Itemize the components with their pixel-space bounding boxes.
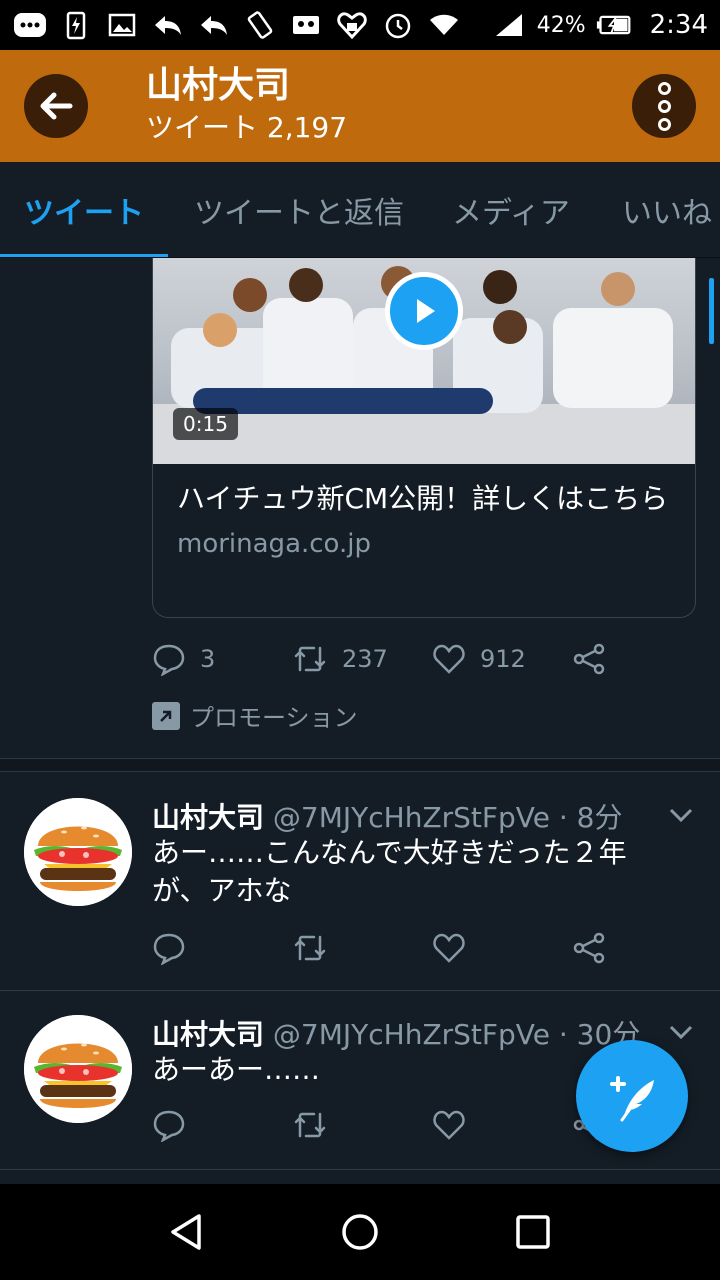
chevron-down-icon[interactable] [668, 1023, 694, 1041]
share-icon [573, 932, 605, 964]
chevron-down-icon[interactable] [668, 806, 694, 824]
arrow-left-icon [40, 92, 73, 120]
card-domain: morinaga.co.jp [177, 529, 371, 559]
tweet-author-name[interactable]: 山村大司 [152, 801, 264, 834]
reply-icon [153, 1110, 185, 1142]
video-thumbnail[interactable]: 0:15 [153, 258, 695, 464]
nav-recents-button[interactable] [503, 1202, 563, 1262]
reply-count: 3 [200, 645, 216, 673]
recents-square-icon [516, 1215, 551, 1249]
dot-icon [657, 117, 671, 131]
dot-icon [657, 81, 671, 95]
clock: 2:34 [649, 10, 708, 40]
more-notifications-icon [12, 10, 48, 40]
hamburger-avatar-icon [24, 798, 132, 906]
heart-app-icon [334, 10, 370, 40]
video-duration: 0:15 [173, 408, 238, 440]
battery-saver-icon [58, 10, 94, 40]
image-icon [104, 10, 140, 40]
retweet-button[interactable]: 237 [292, 642, 432, 676]
wifi-icon [426, 10, 462, 40]
like-button[interactable] [432, 1109, 572, 1141]
tweet-count: ツイート 2,197 [146, 111, 348, 144]
play-icon [417, 299, 435, 323]
tweet-author-handle: @7MJYcHhZrStFpVe · 8分 [272, 801, 623, 834]
overflow-menu-button[interactable] [632, 74, 696, 138]
screen-rotation-icon [242, 10, 278, 40]
hamburger-avatar-icon [24, 1015, 132, 1123]
home-circle-icon [342, 1214, 378, 1250]
tweet-author-name[interactable]: 山村大司 [152, 1018, 264, 1051]
retweet-icon [294, 646, 326, 672]
promoted-arrow-icon [152, 701, 180, 730]
compose-feather-icon [610, 1076, 654, 1122]
nav-home-button[interactable] [330, 1202, 390, 1262]
heart-icon [433, 1110, 465, 1140]
heart-icon [433, 644, 465, 674]
heart-icon [433, 933, 465, 963]
retweet-count: 237 [342, 645, 388, 673]
dot-icon [657, 99, 671, 113]
promoted-label: プロモーション [152, 698, 358, 733]
battery-charging-icon [596, 10, 632, 40]
promoted-text: プロモーション [190, 704, 358, 732]
tab-tweets[interactable]: ツイート [24, 162, 144, 257]
reply-button[interactable] [152, 931, 292, 965]
nav-back-button[interactable] [157, 1202, 217, 1262]
tab-tweets-and-replies[interactable]: ツイートと返信 [194, 162, 404, 257]
tab-likes[interactable]: いいね [622, 162, 712, 257]
profile-name: 山村大司 [146, 65, 291, 106]
section-divider [0, 758, 720, 772]
avatar[interactable] [24, 1015, 132, 1123]
battery-percent: 42% [536, 12, 586, 38]
reply-all-icon [196, 10, 232, 40]
share-button[interactable] [572, 932, 712, 964]
reply-icon [153, 644, 185, 676]
back-button[interactable] [24, 74, 88, 138]
avatar[interactable] [24, 798, 132, 906]
share-button[interactable] [572, 643, 712, 675]
robot-app-icon [288, 10, 324, 40]
alarm-icon [380, 10, 416, 40]
promoted-link-card[interactable]: 0:15 ハイチュウ新CM公開！詳しくはこちら morinaga.co.jp [152, 258, 696, 618]
tweet-author-handle: @7MJYcHhZrStFpVe · 30分 [272, 1018, 641, 1051]
profile-tabs: ツイート ツイートと返信 メディア いいね [0, 162, 720, 258]
back-triangle-icon [170, 1214, 201, 1250]
retweet-button[interactable] [292, 1108, 432, 1142]
retweet-button[interactable] [292, 931, 432, 965]
play-button[interactable] [385, 272, 463, 350]
tweet-actions [152, 928, 712, 968]
tweet-text: あー……こんなんで大好きだった２年が、アホな [152, 836, 627, 907]
reply-button[interactable] [152, 1108, 292, 1142]
tweet-item[interactable]: 山村大司 @7MJYcHhZrStFpVe · 8分 あー……こんなんで大好きだ… [0, 772, 720, 990]
like-button[interactable] [432, 932, 572, 964]
retweet-icon [294, 1112, 326, 1138]
tab-media[interactable]: メディア [452, 162, 570, 257]
scrollbar[interactable] [709, 278, 714, 344]
reply-icon [150, 10, 186, 40]
like-count: 912 [480, 645, 526, 673]
reply-icon [153, 933, 185, 965]
signal-icon [491, 10, 527, 40]
card-title: ハイチュウ新CM公開！詳しくはこちら [177, 482, 669, 515]
status-bar: 42% 2:34 [0, 0, 720, 50]
compose-tweet-button[interactable] [576, 1040, 688, 1152]
tweet-separator [0, 1169, 720, 1170]
tweet-actions: 3 237 912 [152, 639, 712, 679]
reply-button[interactable]: 3 [152, 642, 292, 676]
share-icon [573, 643, 605, 675]
system-navigation-bar [0, 1184, 720, 1280]
profile-header: 山村大司 ツイート 2,197 [0, 50, 720, 162]
retweet-icon [294, 935, 326, 961]
like-button[interactable]: 912 [432, 643, 572, 675]
